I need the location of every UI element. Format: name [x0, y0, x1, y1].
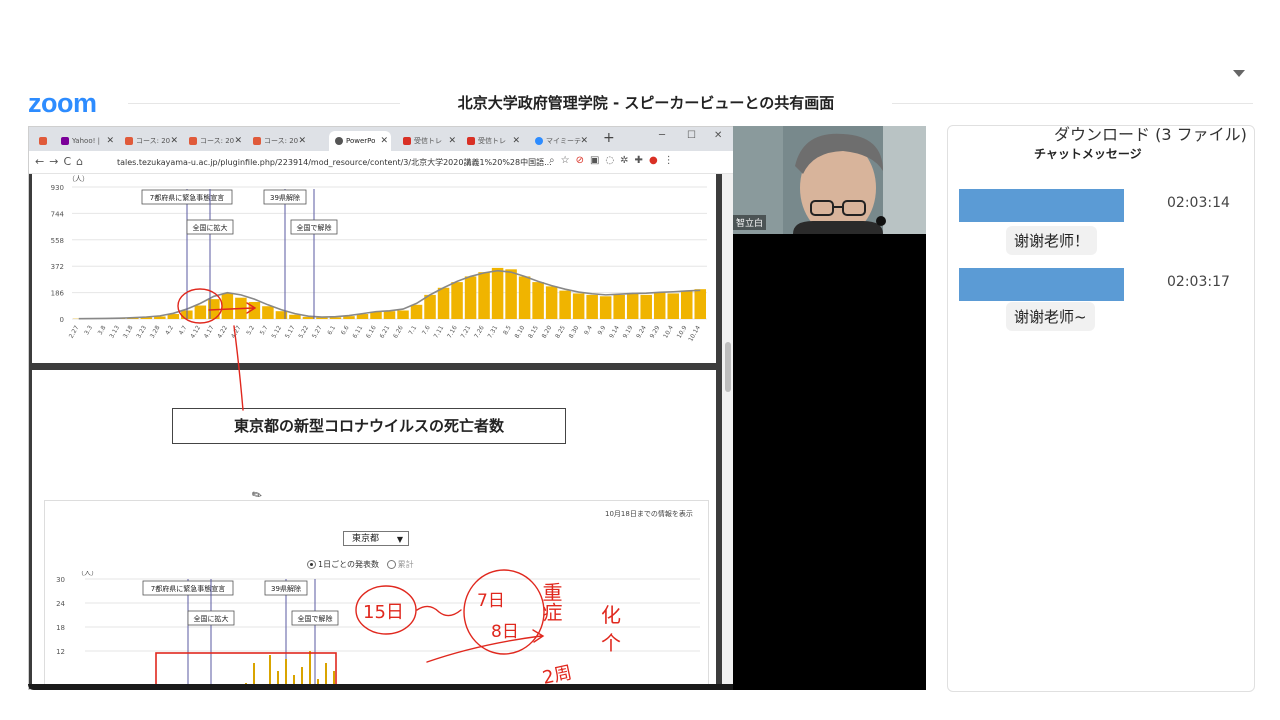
ink-tilde	[416, 605, 462, 617]
yahoo-icon	[61, 137, 69, 145]
close-icon[interactable]: ✕	[106, 131, 114, 151]
tab-label: PowerPo	[346, 137, 376, 145]
browser-tab[interactable]: 受信トレ ✕	[461, 131, 523, 151]
stop-icon[interactable]: ⊘	[576, 155, 590, 166]
tab-label: Yahoo! |	[72, 137, 100, 145]
ink-text: 15日	[363, 602, 404, 623]
puzzle-icon[interactable]: ✚	[635, 155, 649, 166]
extension-icon[interactable]: ◌	[605, 155, 620, 166]
ink-text: 重症	[539, 582, 563, 622]
course-icon	[253, 137, 261, 145]
rss-icon	[39, 137, 47, 145]
tab-label: コース: 20	[264, 137, 299, 145]
bookmark-star-icon[interactable]: ☆	[561, 155, 576, 166]
browser-tab-strip: Yahoo! | ✕ コース: 20 ✕ コース: 20 ✕ コース: 20 ✕ Pow…	[29, 127, 734, 151]
message-time: 02:03:17	[1167, 274, 1230, 290]
tab-label: 受信トレ	[414, 137, 442, 145]
ink-circle	[177, 288, 223, 324]
tab-label: コース: 20	[136, 137, 171, 145]
new-tab-plus-icon[interactable]: +	[603, 130, 615, 146]
redacted-sender-name	[959, 268, 1124, 301]
nav-buttons[interactable]: ←→C⌂	[35, 155, 88, 168]
close-icon[interactable]: ✕	[580, 131, 588, 151]
address-bar: ←→C⌂ tales.tezukayama-u.ac.jp/pluginfile…	[29, 151, 734, 174]
close-icon[interactable]: ✕	[234, 131, 242, 151]
globe-icon	[335, 137, 343, 145]
shared-screen-window[interactable]: Yahoo! | ✕ コース: 20 ✕ コース: 20 ✕ コース: 20 ✕ Pow…	[28, 126, 735, 690]
chat-title: チャットメッセージ	[1034, 147, 1142, 161]
tab-label: マイミーテ	[546, 137, 581, 145]
course-icon	[125, 137, 133, 145]
zoom-icon	[535, 137, 543, 145]
gmail-icon	[467, 137, 475, 145]
reload-icon[interactable]: C	[63, 155, 76, 168]
chat-message: 谢谢老师~	[1006, 302, 1095, 331]
close-icon[interactable]: ✕	[380, 131, 388, 151]
window-close-icon[interactable]: ✕	[714, 130, 722, 141]
video-empty-area	[733, 234, 926, 690]
extension-icon[interactable]: ✲	[620, 155, 634, 166]
course-icon	[189, 137, 197, 145]
tab-label: 受信トレ	[478, 137, 506, 145]
browser-tab[interactable]: マイミーテ ✕	[529, 131, 591, 151]
profile-icon[interactable]: ●	[649, 155, 664, 166]
zoom-logo: zoom	[28, 88, 97, 118]
menu-caret-icon[interactable]	[1233, 70, 1245, 77]
participant-name: 智立白	[733, 215, 767, 230]
download-files-link[interactable]: ダウンロード (3 ファイル)	[1054, 121, 1247, 145]
ink-text: 化	[601, 603, 621, 627]
browser-tab-active[interactable]: PowerPo ✕	[329, 131, 391, 151]
close-icon[interactable]: ✕	[448, 131, 456, 151]
ink-text: 8日	[491, 622, 519, 642]
ink-text: 个	[601, 631, 621, 655]
gmail-icon	[403, 137, 411, 145]
extension-icons: ⌕☆⊘▣◌✲✚●⋮	[549, 155, 680, 166]
close-icon[interactable]: ✕	[170, 131, 178, 151]
browser-tab[interactable]	[33, 131, 53, 151]
ink-arrow	[426, 629, 545, 663]
tab-label: コース: 20	[200, 137, 235, 145]
browser-tab[interactable]: コース: 20 ✕	[119, 131, 181, 151]
browser-tab[interactable]: コース: 20 ✕	[183, 131, 245, 151]
chat-message: 谢谢老师！	[1006, 226, 1098, 255]
extension-icon[interactable]: ▣	[590, 155, 605, 166]
forward-icon[interactable]: →	[49, 155, 63, 168]
close-icon[interactable]: ✕	[298, 131, 306, 151]
maximize-icon[interactable]: ☐	[687, 130, 696, 141]
url-field[interactable]: tales.tezukayama-u.ac.jp/pluginfile.php/…	[117, 157, 552, 168]
back-icon[interactable]: ←	[35, 155, 49, 168]
ink-line	[233, 325, 244, 411]
browser-tab[interactable]: コース: 20 ✕	[247, 131, 309, 151]
annotation-ink-layer: 15日7日8日重症 化个2周	[155, 288, 621, 689]
meeting-title: 北京大学政府管理学院 - スピーカービューとの共有画面	[400, 92, 892, 113]
kebab-menu-icon[interactable]: ⋮	[664, 155, 680, 166]
browser-tab[interactable]: Yahoo! | ✕	[55, 131, 117, 151]
ink-arrow	[208, 302, 257, 314]
zoom-lens-icon[interactable]: ⌕	[549, 155, 561, 166]
scrollbar-thumb[interactable]	[725, 342, 731, 392]
home-icon[interactable]: ⌂	[76, 155, 88, 168]
browser-tab[interactable]: 受信トレ ✕	[397, 131, 459, 151]
redacted-sender-name	[959, 189, 1124, 222]
message-time: 02:03:14	[1167, 195, 1230, 211]
minimize-icon[interactable]: ─	[659, 130, 665, 141]
ink-text: 7日	[477, 591, 505, 611]
document-viewer[interactable]: （人） 0 186 372 558 744 930 2.27 3.3 3.8 3.13 3.18 3.2…	[29, 174, 722, 689]
close-icon[interactable]: ✕	[512, 131, 520, 151]
